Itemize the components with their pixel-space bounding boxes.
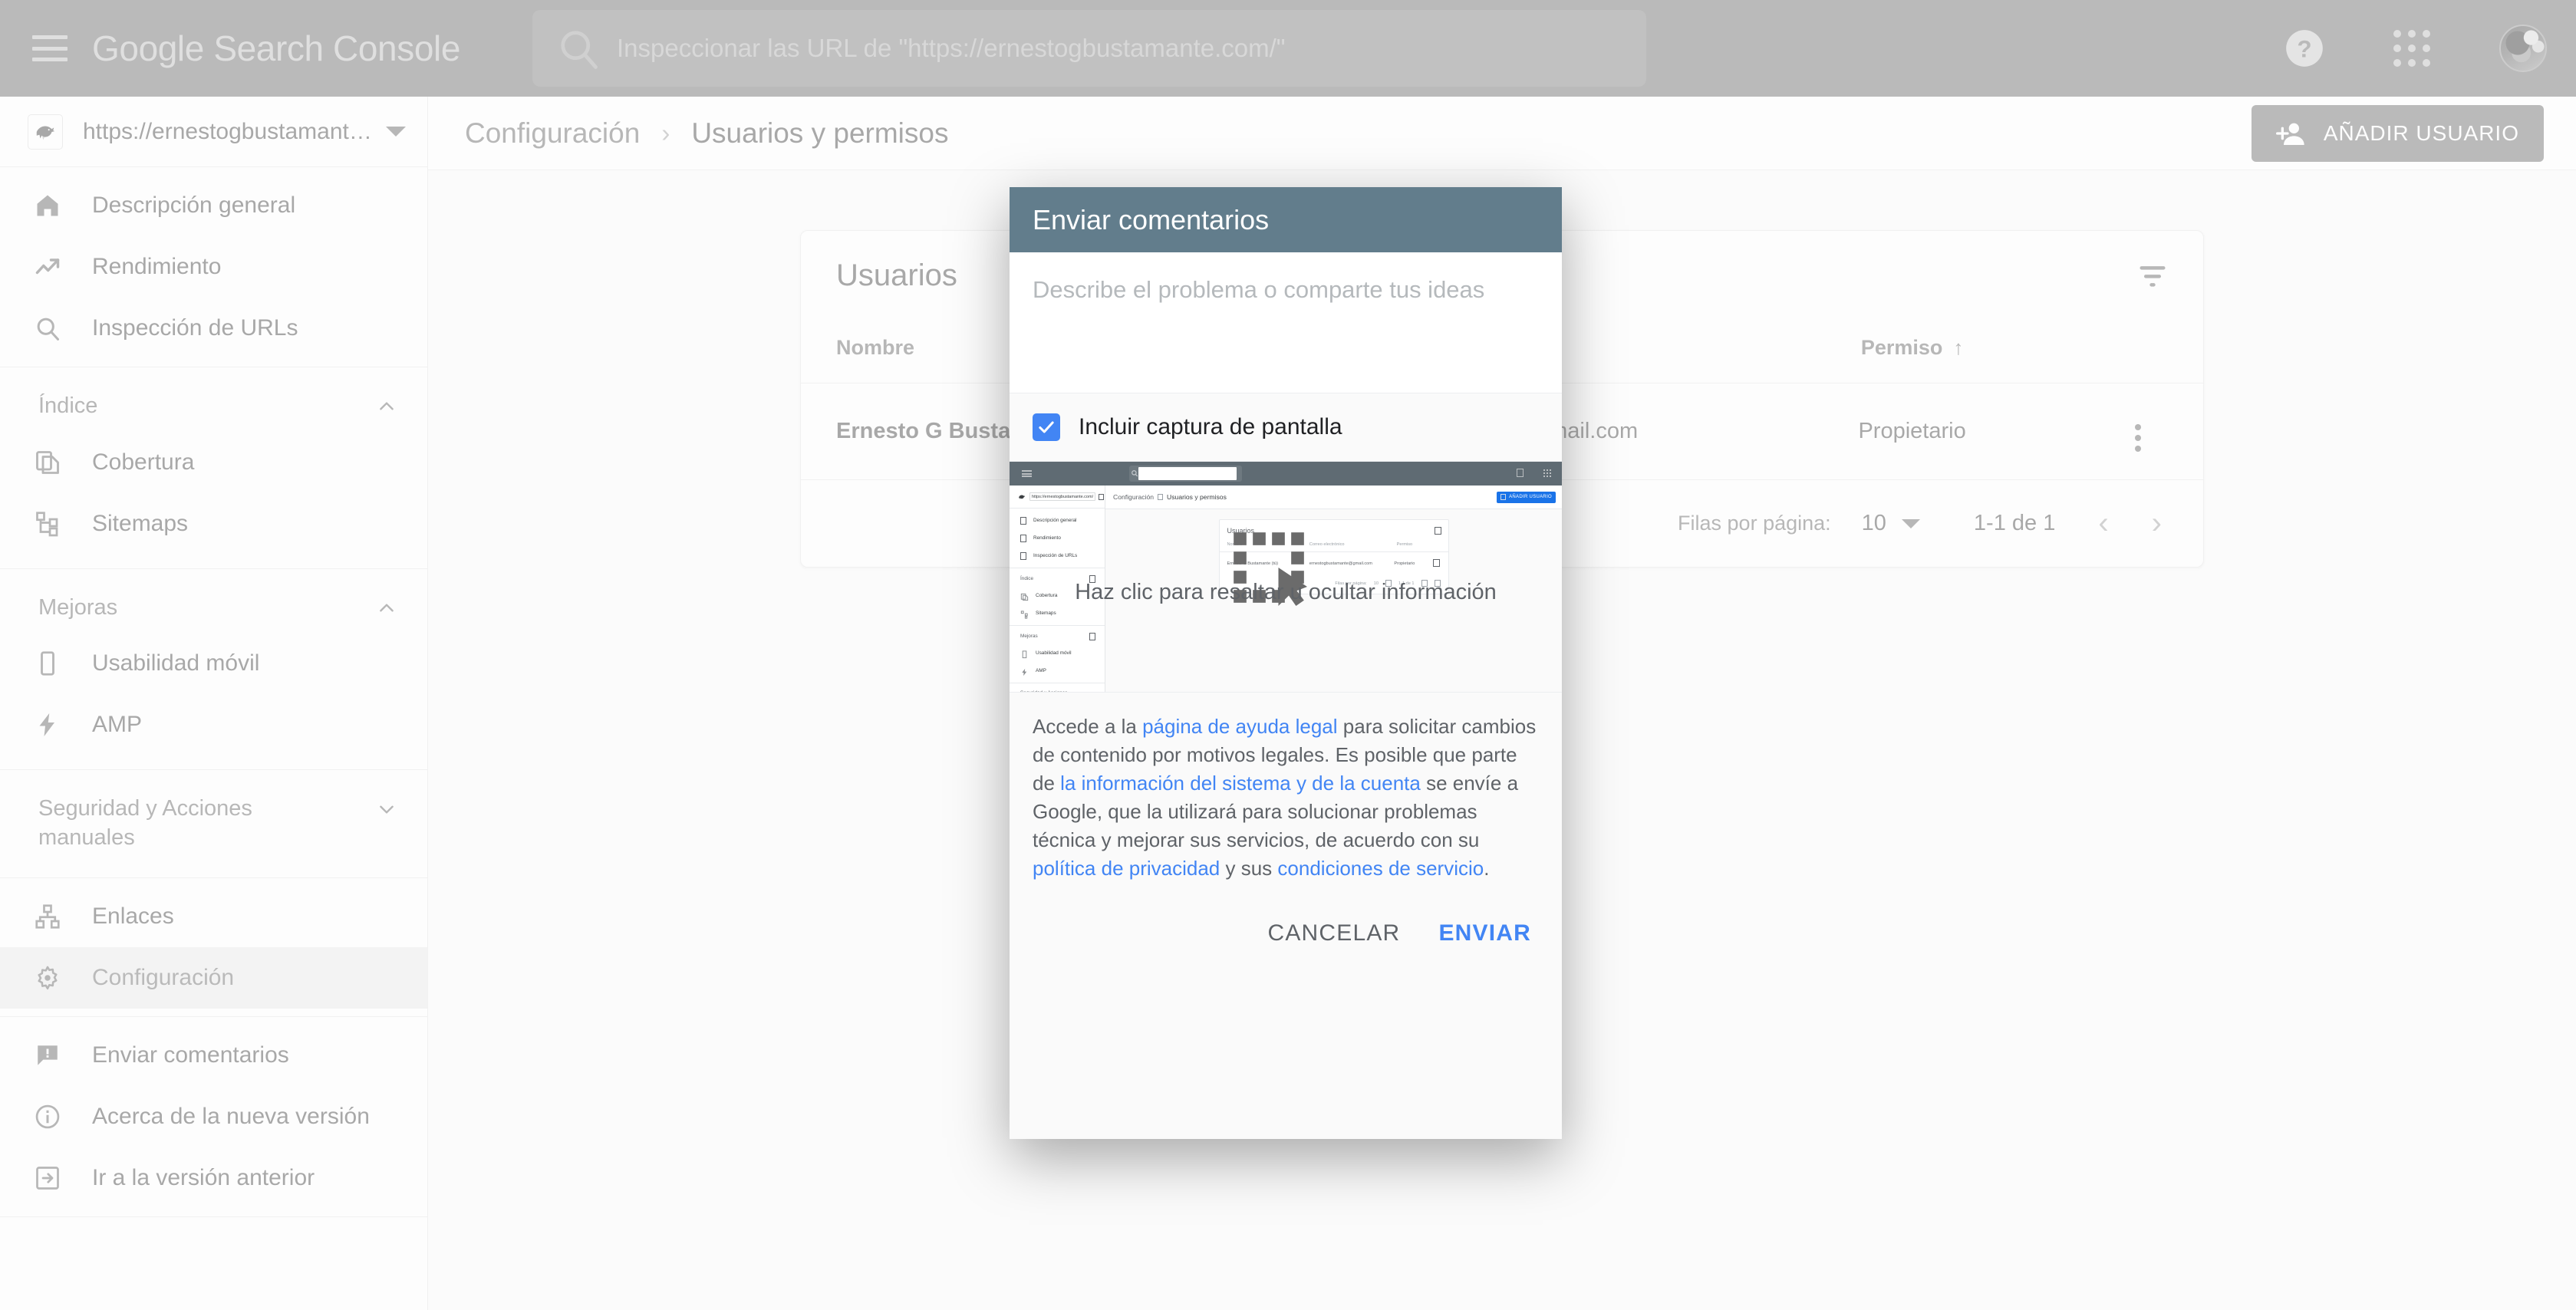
trending-up-icon <box>1020 534 1026 542</box>
preview-appbar-actions <box>1517 469 1551 477</box>
preview-nav-group-security: Seguridad y Acciones manuales <box>1010 683 1105 692</box>
search-icon <box>1020 551 1026 560</box>
home-icon <box>1020 516 1026 525</box>
feedback-dialog-header: Enviar comentarios <box>1010 187 1562 252</box>
preview-nav-item: Inspección de URLs <box>1010 547 1105 564</box>
site-favicon <box>1019 495 1026 499</box>
cancel-button[interactable]: CANCELAR <box>1267 920 1400 946</box>
preview-hint-text: Haz clic para resaltar u ocultar informa… <box>1075 580 1497 604</box>
preview-cell-correo: ernestogbustamante@gmail.com <box>1309 561 1372 566</box>
legal-part-5: . <box>1484 856 1490 880</box>
preview-nav-label: Usabilidad móvil <box>1036 650 1072 656</box>
feedback-dialog: Enviar comentarios Incluir captura de pa… <box>1010 187 1562 1139</box>
help-icon <box>1517 469 1524 477</box>
feedback-dialog-body <box>1010 252 1562 393</box>
preview-nav-group-main: Descripción general Rendimiento Inspecci… <box>1010 509 1105 568</box>
preview-breadcrumb: Configuración Usuarios y permisos AÑADIR… <box>1105 485 1562 509</box>
bolt-icon <box>1020 667 1029 676</box>
preview-nav-label: Rendimiento <box>1033 535 1061 541</box>
copy-pages-icon <box>1020 591 1029 601</box>
preview-col-actions <box>1425 538 1448 552</box>
preview-search-input <box>1129 466 1242 482</box>
preview-nav-item: AMP <box>1010 662 1105 680</box>
sitemap-icon <box>1020 609 1029 619</box>
preview-nav-label: Inspección de URLs <box>1033 553 1078 558</box>
preview-nav-label: Sitemaps <box>1036 611 1056 616</box>
preview-breadcrumb-current: Usuarios y permisos <box>1167 493 1227 501</box>
preview-group-label: Índice <box>1020 576 1034 581</box>
feedback-legal-text: Accede a la página de ayuda legal para s… <box>1010 692 1562 900</box>
preview-nav-item: Rendimiento <box>1010 529 1105 547</box>
preview-add-user-button: AÑADIR USUARIO <box>1497 491 1556 503</box>
preview-nav-item: Descripción general <box>1010 512 1105 529</box>
feedback-textarea[interactable] <box>1010 252 1562 389</box>
person-add-icon <box>1500 494 1507 500</box>
include-screenshot-label: Incluir captura de pantalla <box>1079 414 1342 439</box>
feedback-dialog-actions: CANCELAR ENVIAR <box>1010 899 1562 973</box>
feedback-dialog-title: Enviar comentarios <box>1033 203 1270 235</box>
preview-group-label: Mejoras <box>1020 634 1038 639</box>
screenshot-preview[interactable]: https://ernestogbustamante.com/ Descripc… <box>1010 461 1562 692</box>
preview-nav-label: AMP <box>1036 668 1046 673</box>
chevron-down-icon <box>1099 493 1105 500</box>
preview-group-label: Seguridad y Acciones manuales <box>1020 690 1086 692</box>
preview-nav-item: Usabilidad móvil <box>1010 644 1105 662</box>
include-screenshot-checkbox-row[interactable]: Incluir captura de pantalla <box>1010 393 1562 461</box>
apps-grid-icon <box>1543 469 1551 477</box>
legal-terms-link[interactable]: condiciones de servicio <box>1277 857 1484 880</box>
preview-property-url: https://ernestogbustamante.com/ <box>1029 492 1096 501</box>
preview-property-selector: https://ernestogbustamante.com/ <box>1010 485 1105 509</box>
search-icon <box>1132 470 1138 477</box>
chevron-right-icon <box>1158 494 1164 500</box>
preview-col-correo: Correo electrónico <box>1301 538 1385 552</box>
kebab-menu-icon <box>1433 559 1441 567</box>
check-icon <box>1039 421 1054 433</box>
preview-nav-group-header: Mejoras <box>1010 629 1105 644</box>
preview-nav-group-enhancements: Mejoras Usabilidad móvil AMP <box>1010 626 1105 683</box>
legal-privacy-link[interactable]: política de privacidad <box>1033 857 1220 880</box>
hamburger-icon <box>1022 470 1032 477</box>
legal-help-link[interactable]: página de ayuda legal <box>1142 715 1337 738</box>
include-screenshot-checkbox[interactable] <box>1033 413 1060 441</box>
preview-nav-label: Descripción general <box>1033 518 1077 523</box>
chevron-up-icon <box>1089 633 1095 640</box>
preview-cell-permiso: Propietario <box>1394 561 1415 566</box>
mobile-icon <box>1020 649 1029 659</box>
filter-icon <box>1434 527 1441 535</box>
preview-col-permiso: Permiso <box>1384 538 1425 552</box>
preview-app-bar <box>1010 462 1562 485</box>
legal-part-1: Accede a la <box>1033 715 1143 738</box>
send-button[interactable]: ENVIAR <box>1438 920 1531 946</box>
legal-system-info-link[interactable]: la información del sistema y de la cuent… <box>1060 772 1421 795</box>
preview-cell-actions <box>1425 552 1448 576</box>
preview-nav-group-header: Seguridad y Acciones manuales <box>1010 686 1105 692</box>
preview-add-user-label: AÑADIR USUARIO <box>1509 495 1552 499</box>
legal-part-4: y sus <box>1220 856 1278 880</box>
preview-breadcrumb-parent: Configuración <box>1113 493 1155 501</box>
